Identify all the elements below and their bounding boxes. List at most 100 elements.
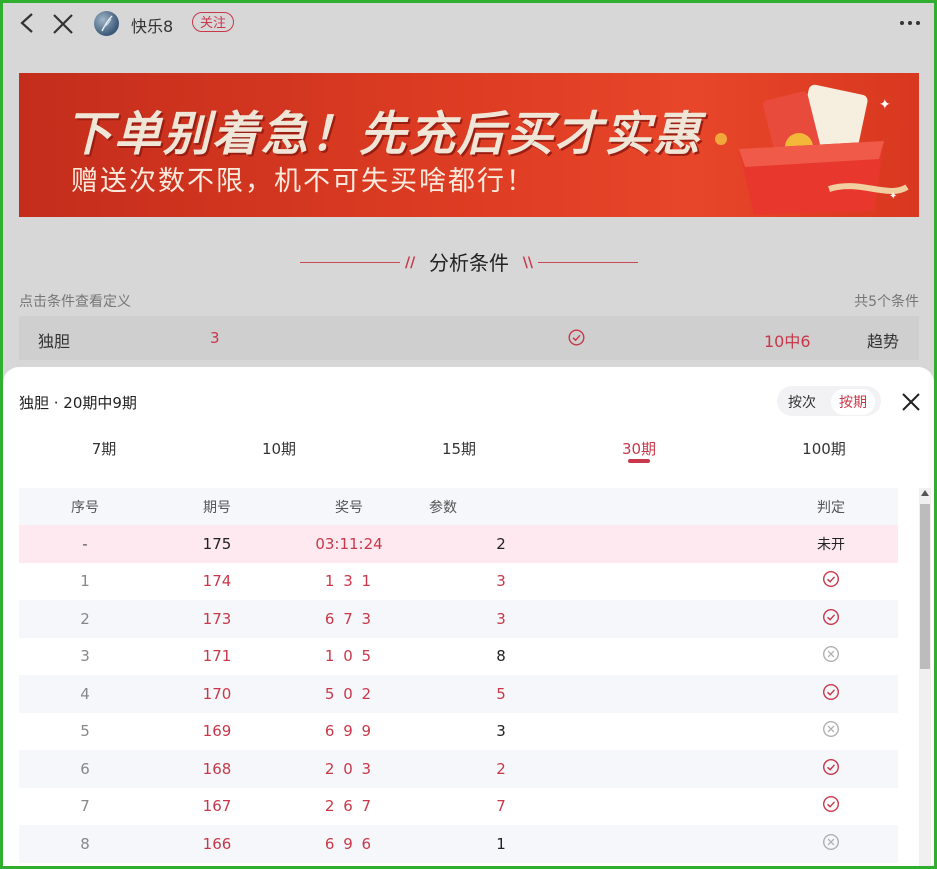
condition-param: 3 bbox=[210, 329, 220, 347]
row-number: 6 7 3 bbox=[324, 609, 374, 628]
row-param: 2 bbox=[496, 534, 506, 553]
period-tabs: 7期 10期 15期 30期 100期 bbox=[3, 435, 934, 465]
row-seq: 7 bbox=[80, 797, 90, 816]
scroll-up-arrow-icon[interactable] bbox=[921, 490, 929, 496]
follow-button[interactable]: 关注 bbox=[192, 12, 235, 32]
table-header: 序号 期号 奖号 参数 判定 bbox=[19, 488, 898, 525]
tab-7[interactable]: 7期 bbox=[92, 438, 117, 459]
tab-15[interactable]: 15期 bbox=[442, 438, 476, 459]
row-param: 3 bbox=[496, 722, 506, 741]
row-seq: 8 bbox=[80, 834, 90, 853]
svg-text:✦: ✦ bbox=[879, 97, 891, 113]
banner-subline: 赠送次数不限，机不可失买啥都行！ bbox=[71, 166, 535, 197]
avatar-feather-icon bbox=[101, 15, 113, 32]
scrollbar[interactable] bbox=[919, 488, 931, 866]
scroll-thumb[interactable] bbox=[920, 504, 930, 669]
section-header: // 分析条件 \\ bbox=[300, 249, 638, 277]
row-param: 7 bbox=[496, 797, 506, 816]
row-number: 2 0 3 bbox=[324, 759, 374, 778]
back-arrow-icon[interactable] bbox=[17, 11, 37, 35]
promo-banner[interactable]: 下单别着急！先充后买才实惠 赠送次数不限，机不可失买啥都行！ ✦ ✦ bbox=[19, 73, 919, 217]
row-number: 2 6 7 bbox=[324, 797, 374, 816]
table-body: - 175 03:11:24 2 未开 1 174 1 3 1 3 2 1 7 3 6 7 3 3 3 171 1… bbox=[19, 525, 898, 863]
gift-box-icon: ✦ ✦ bbox=[715, 84, 909, 215]
table-row: 2 173 6 7 3 3 bbox=[19, 600, 898, 638]
condition-row[interactable]: 独胆 3 10中6 趋势 bbox=[19, 316, 919, 360]
check-circle-icon bbox=[568, 329, 585, 346]
section-title: 分析条件 bbox=[429, 251, 509, 275]
toggle-by-issue[interactable]: 按期 bbox=[831, 389, 875, 415]
row-seq: 1 bbox=[80, 572, 90, 591]
hit-check-icon bbox=[822, 758, 840, 779]
decor-line-left bbox=[300, 262, 400, 263]
col-number: 奖号 bbox=[335, 499, 363, 516]
row-seq: - bbox=[82, 534, 88, 553]
row-seq: 2 bbox=[80, 609, 90, 628]
row-seq: 4 bbox=[80, 684, 90, 703]
col-param: 参数 bbox=[429, 499, 457, 516]
close-icon[interactable] bbox=[51, 12, 75, 36]
table-row: 3 171 1 0 5 8 bbox=[19, 638, 898, 676]
condition-name: 独胆 bbox=[38, 332, 71, 351]
row-param: 3 bbox=[496, 572, 506, 591]
svg-text:✦: ✦ bbox=[889, 191, 897, 202]
row-number: 5 0 2 bbox=[324, 684, 374, 703]
row-param: 3 bbox=[496, 609, 506, 628]
col-seq: 序号 bbox=[71, 499, 99, 516]
row-issue: 167 bbox=[202, 797, 232, 816]
tab-30[interactable]: 30期 bbox=[622, 438, 656, 459]
row-result: 未开 bbox=[817, 536, 845, 553]
row-issue: 170 bbox=[202, 684, 232, 703]
condition-count: 共5个条件 bbox=[854, 294, 919, 310]
decor-slash-right: \\ bbox=[522, 255, 533, 271]
banner-headline: 下单别着急！先充后买才实惠 bbox=[65, 107, 702, 162]
hit-check-icon bbox=[822, 796, 840, 817]
miss-x-icon bbox=[822, 833, 840, 854]
decor-slash-left: // bbox=[405, 255, 416, 271]
condition-hint: 点击条件查看定义 bbox=[19, 294, 131, 310]
table-row: 7 167 2 6 7 7 bbox=[19, 788, 898, 826]
miss-x-icon bbox=[822, 646, 840, 667]
top-bar: 快乐8 关注 bbox=[3, 3, 934, 47]
app-name: 快乐8 bbox=[131, 17, 174, 36]
table-row: - 175 03:11:24 2 未开 bbox=[19, 525, 898, 563]
table-row: 5 169 6 9 9 3 bbox=[19, 713, 898, 751]
row-number: 1 0 5 bbox=[324, 647, 374, 666]
history-table: 序号 期号 奖号 参数 判定 -175 03:11:24 2 未开 1 174 1 3 13… bbox=[19, 488, 898, 863]
row-issue: 175 bbox=[202, 534, 232, 553]
table-row: 6 168 2 0 3 2 bbox=[19, 750, 898, 788]
toggle-by-count[interactable]: 按次 bbox=[788, 392, 816, 412]
tab-10[interactable]: 10期 bbox=[262, 438, 296, 459]
table-row: 1 174 1 3 1 3 bbox=[19, 563, 898, 601]
row-issue: 171 bbox=[202, 647, 232, 666]
hit-check-icon bbox=[822, 608, 840, 629]
row-param: 5 bbox=[496, 684, 506, 703]
active-tab-indicator bbox=[628, 459, 650, 463]
sheet-title: 独胆 · 20期中9期 bbox=[19, 394, 137, 412]
more-options-icon[interactable] bbox=[898, 11, 922, 35]
avatar[interactable] bbox=[94, 11, 119, 36]
row-seq: 3 bbox=[80, 647, 90, 666]
row-issue: 174 bbox=[202, 572, 232, 591]
row-seq: 5 bbox=[80, 722, 90, 741]
mode-toggle: 按次 按期 bbox=[777, 386, 881, 416]
row-seq: 6 bbox=[80, 759, 90, 778]
col-result: 判定 bbox=[817, 499, 845, 516]
table-row: 8 166 6 9 6 1 bbox=[19, 825, 898, 863]
row-number: 6 9 6 bbox=[324, 834, 374, 853]
row-issue: 166 bbox=[202, 834, 232, 853]
row-number: 6 9 9 bbox=[324, 722, 374, 741]
trend-link[interactable]: 趋势 bbox=[867, 328, 899, 352]
hit-check-icon bbox=[822, 683, 840, 704]
row-param: 8 bbox=[496, 647, 506, 666]
sheet-close-icon[interactable] bbox=[901, 392, 921, 412]
table-row: 4 170 5 0 2 5 bbox=[19, 675, 898, 713]
row-number: 03:11:24 bbox=[315, 534, 383, 553]
row-param: 1 bbox=[496, 834, 506, 853]
condition-hit-rate: 10中6 bbox=[764, 332, 811, 351]
row-issue: 168 bbox=[202, 759, 232, 778]
row-number: 1 3 1 bbox=[324, 572, 374, 591]
analysis-sheet: 独胆 · 20期中9期 按次 按期 7期 10期 15期 30期 100期 序号… bbox=[3, 367, 934, 866]
miss-x-icon bbox=[822, 721, 840, 742]
tab-100[interactable]: 100期 bbox=[802, 438, 846, 459]
